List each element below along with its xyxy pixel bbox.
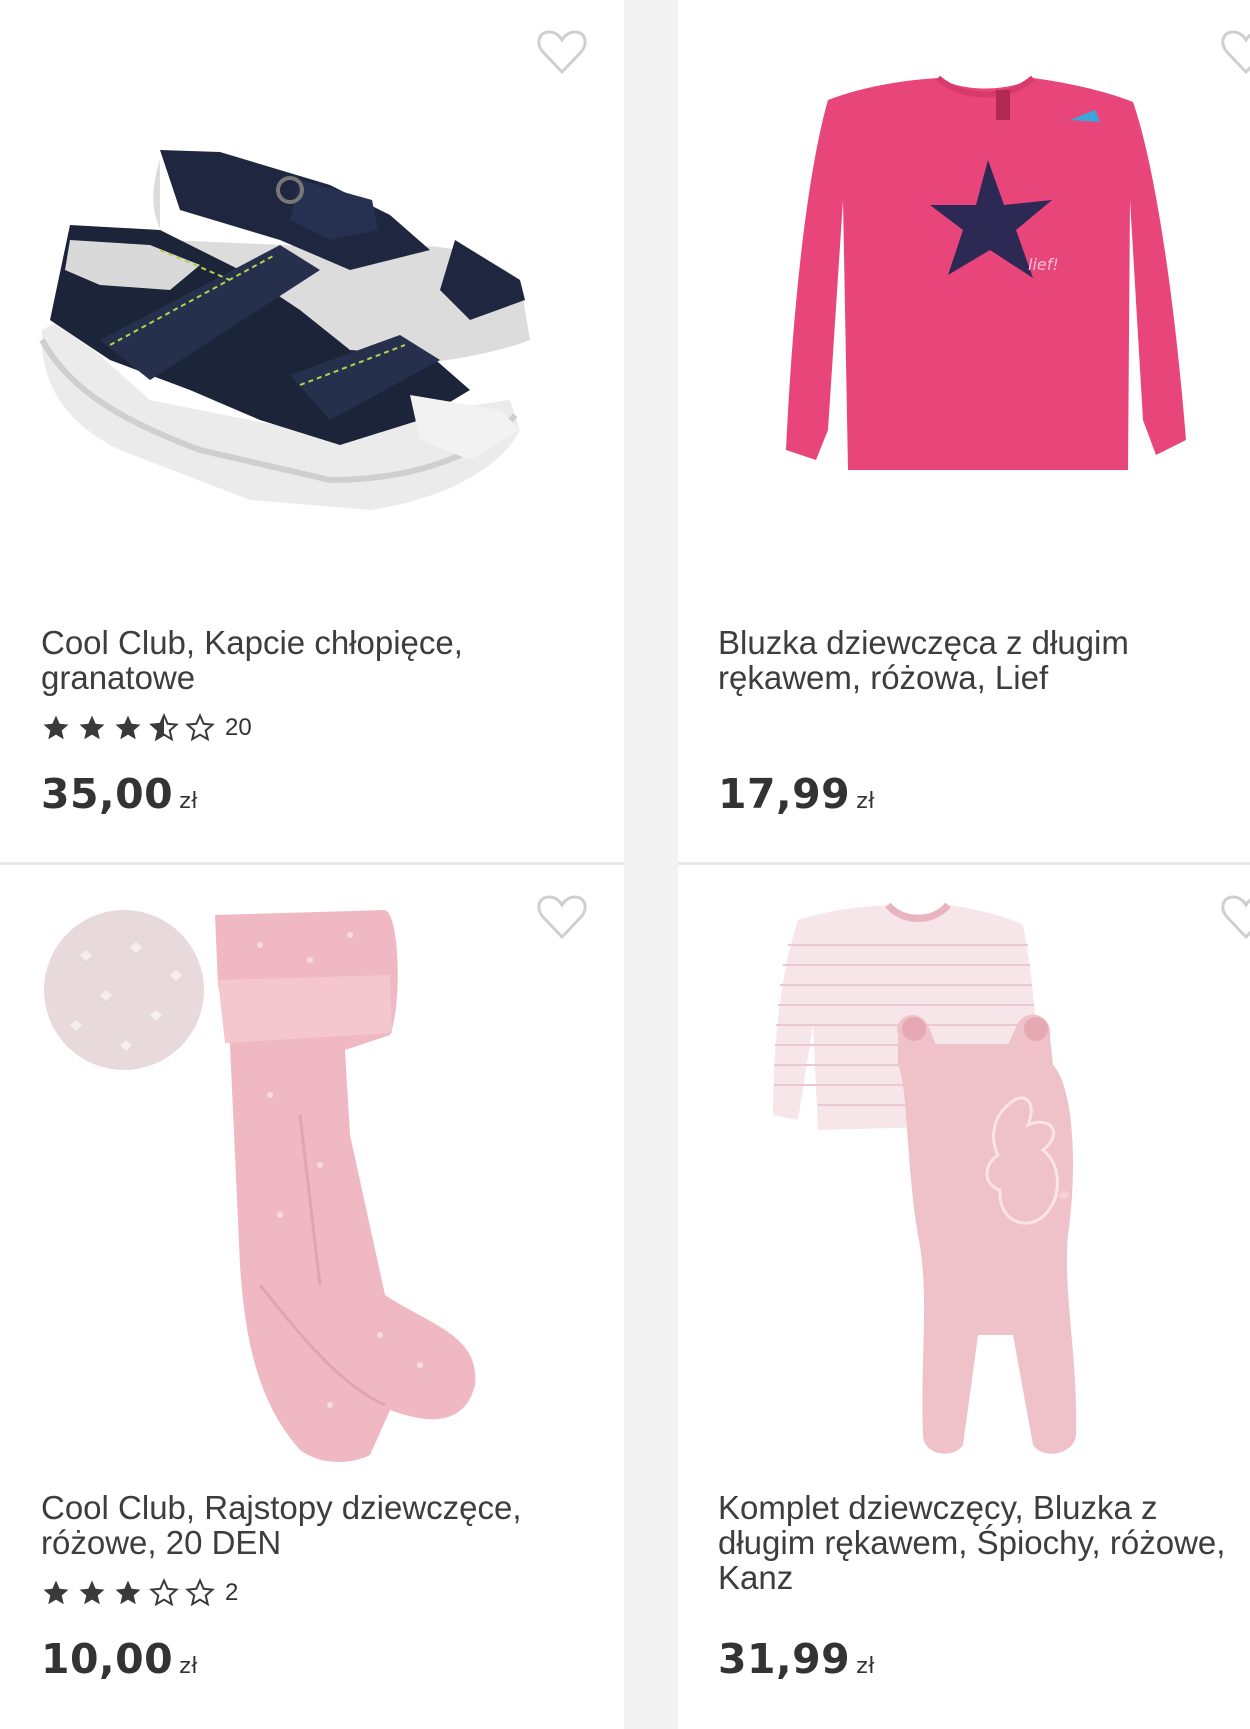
star-filled-icon xyxy=(43,1580,69,1605)
star-filled-icon xyxy=(79,715,105,740)
product-card[interactable]: Cool Club, Kapcie chłopięce, granatowe 2… xyxy=(0,0,624,862)
star-filled-icon xyxy=(79,1580,105,1605)
baby-set-image[interactable] xyxy=(678,865,1250,1465)
svg-text:lief!: lief! xyxy=(1028,255,1059,274)
product-price: 35,00 zł xyxy=(41,770,198,818)
star-empty-icon xyxy=(185,713,215,742)
product-title[interactable]: Komplet dziewczęcy, Bluzka z długim ręka… xyxy=(718,1490,1250,1595)
product-price: 17,99 zł xyxy=(718,770,875,818)
product-price: 31,99 zł xyxy=(718,1635,875,1683)
tights-image[interactable] xyxy=(0,865,624,1465)
product-title[interactable]: Cool Club, Kapcie chłopięce, granatowe xyxy=(41,625,581,695)
product-card[interactable]: Cool Club, Rajstopy dziewczęce, różowe, … xyxy=(0,865,624,1729)
product-title[interactable]: Cool Club, Rajstopy dziewczęce, różowe, … xyxy=(41,1490,581,1560)
product-title[interactable]: Bluzka dziewczęca z długim rękawem, różo… xyxy=(718,625,1250,695)
rating: 2 xyxy=(41,1578,238,1608)
rating-count: 2 xyxy=(225,1579,239,1606)
sandals-image[interactable] xyxy=(0,0,624,600)
star-filled-icon xyxy=(115,1580,141,1605)
star-empty-icon xyxy=(149,1578,179,1607)
rating-count: 20 xyxy=(225,714,252,741)
star-half-icon xyxy=(149,713,179,742)
product-price: 10,00 zł xyxy=(41,1635,198,1683)
star-filled-icon xyxy=(115,715,141,740)
rating: 20 xyxy=(41,713,252,743)
star-empty-icon xyxy=(185,1578,215,1607)
product-card[interactable]: Komplet dziewczęcy, Bluzka z długim ręka… xyxy=(678,865,1250,1729)
star-filled-icon xyxy=(43,715,69,740)
product-card[interactable]: lief! Bluzka dziewczęca z długim rękawem… xyxy=(678,0,1250,862)
grid-gutter xyxy=(624,0,678,1729)
pink-shirt-image[interactable]: lief! xyxy=(678,0,1250,600)
